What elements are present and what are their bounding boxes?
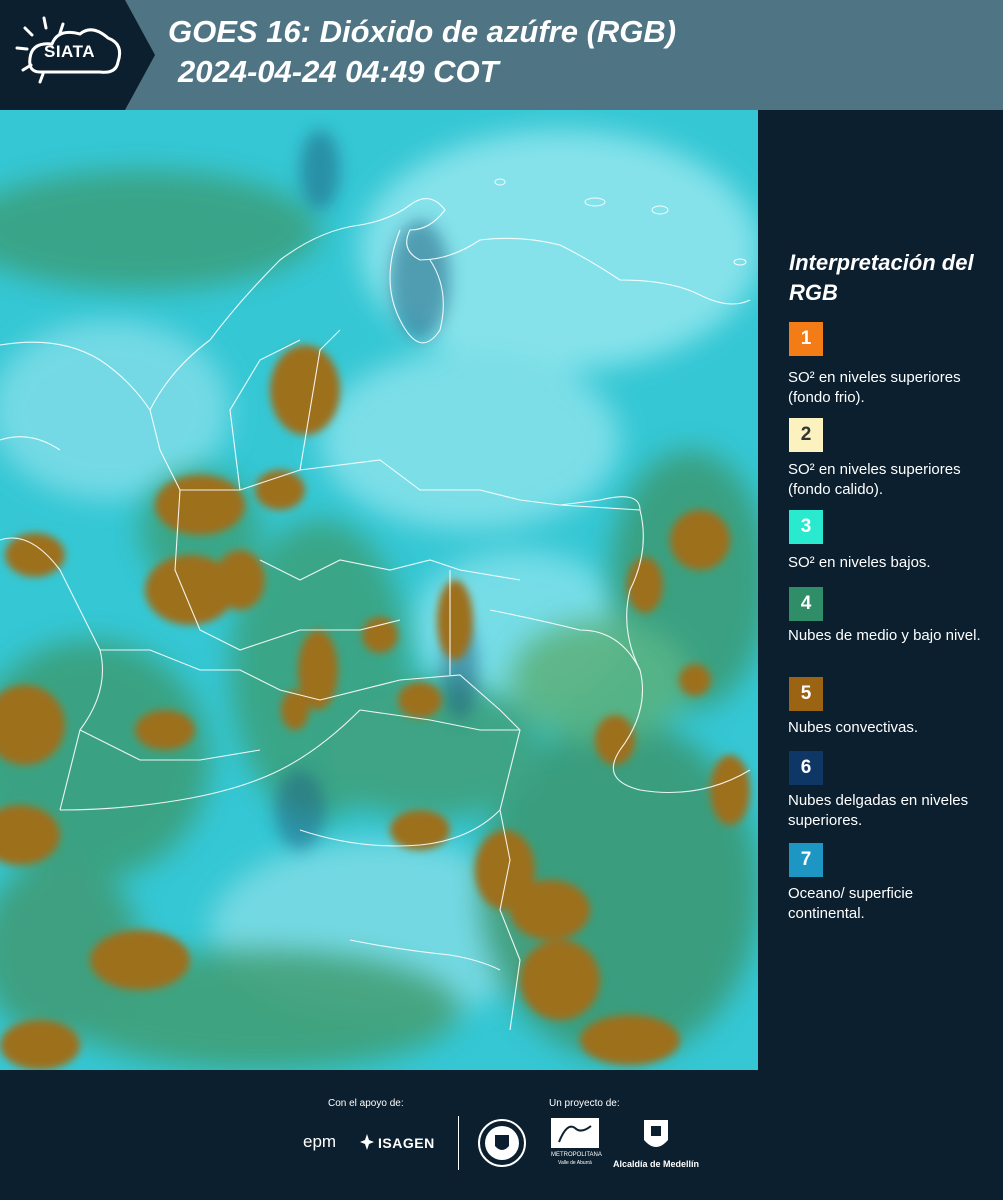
legend-desc-1: SO² en niveles superiores (fondo frio).: [788, 369, 961, 406]
alcaldia-logo: Alcaldía de Medellín: [613, 1159, 700, 1169]
support-label: Con el apoyo de:: [328, 1098, 404, 1109]
legend-desc-4: Nubes de medio y bajo nivel.: [788, 627, 981, 644]
legend-swatch-5: 5: [789, 677, 823, 711]
legend-swatch-3: 3: [789, 510, 823, 544]
legend-title: Interpretación del RGB: [789, 250, 974, 305]
header-bar: SIATA GOES 16: Dióxido de azúfre (RGB) 2…: [0, 0, 1003, 110]
isagen-mark-icon: [360, 1134, 374, 1150]
legend-desc-5: Nubes convectivas.: [788, 719, 919, 736]
area-metro-text: METROPOLITANA: [551, 1152, 602, 1158]
legend-swatch-7: 7: [789, 843, 823, 877]
project-label: Un proyecto de:: [549, 1098, 620, 1109]
satellite-map: [0, 110, 758, 1070]
footer-divider: [458, 1116, 459, 1170]
satellite-image: [0, 110, 758, 1070]
page-title: GOES 16: Dióxido de azúfre (RGB): [168, 14, 677, 49]
area-metro-sub: Valle de Aburrá: [558, 1160, 592, 1166]
siata-logo-text: SIATA: [44, 42, 95, 61]
legend-swatch-2: 2: [789, 418, 823, 452]
legend-desc-3: SO² en niveles bajos.: [788, 554, 931, 571]
footer-bar: Con el apoyo de: Un proyecto de: epm ISA…: [0, 1070, 1003, 1200]
isagen-logo: ISAGEN: [378, 1135, 435, 1151]
legend-swatch-1: 1: [789, 322, 823, 356]
alcaldia-shield-icon: [644, 1120, 668, 1147]
legend-panel: Interpretación del RGB 1 SO² en niveles …: [760, 110, 1003, 1070]
legend-swatch-6: 6: [789, 751, 823, 785]
area-metropolitana-logo-icon: [551, 1118, 599, 1148]
legend-desc-2: SO² en niveles superiores (fondo calido)…: [788, 461, 961, 498]
epm-logo: epm: [303, 1132, 337, 1151]
legend-desc-6: Nubes delgadas en niveles superiores.: [788, 792, 969, 829]
legend-swatch-4: 4: [789, 587, 823, 621]
legend-desc-7: Oceano/ superficie continental.: [788, 885, 914, 922]
medellin-seal-icon: [478, 1119, 526, 1167]
page-timestamp: 2024-04-24 04:49 COT: [178, 54, 499, 89]
